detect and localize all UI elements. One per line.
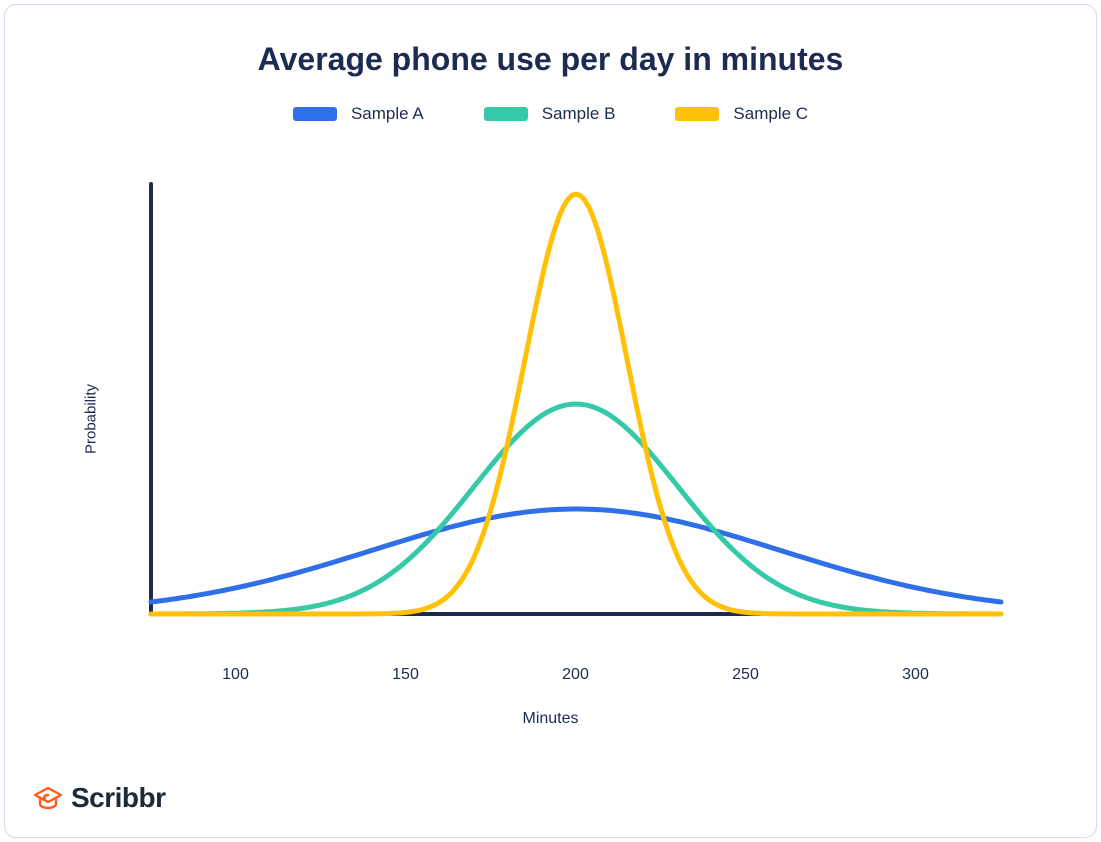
legend-item-c: Sample C xyxy=(675,104,808,124)
x-tick-200: 200 xyxy=(562,666,589,684)
x-tick-150: 150 xyxy=(392,666,419,684)
legend-label-b: Sample B xyxy=(542,104,616,124)
plot-svg xyxy=(101,184,1001,654)
legend-item-b: Sample B xyxy=(484,104,616,124)
plot-area: Probability Minutes 100 150 200 250 300 xyxy=(101,184,1001,654)
legend-item-a: Sample A xyxy=(293,104,424,124)
brand-logo: Scribbr xyxy=(31,781,166,815)
y-axis-label: Probability xyxy=(82,384,99,454)
legend: Sample A Sample B Sample C xyxy=(5,104,1096,124)
x-tick-250: 250 xyxy=(732,666,759,684)
chart-title: Average phone use per day in minutes xyxy=(5,41,1096,78)
grad-cap-icon xyxy=(31,781,65,815)
chart-card: Average phone use per day in minutes Sam… xyxy=(4,4,1097,838)
swatch-b xyxy=(484,107,528,121)
x-tick-100: 100 xyxy=(222,666,249,684)
swatch-a xyxy=(293,107,337,121)
x-tick-300: 300 xyxy=(902,666,929,684)
brand-name: Scribbr xyxy=(71,782,166,814)
legend-label-c: Sample C xyxy=(733,104,808,124)
legend-label-a: Sample A xyxy=(351,104,424,124)
swatch-c xyxy=(675,107,719,121)
curve-sample-a xyxy=(151,509,1001,602)
x-axis-label: Minutes xyxy=(522,710,578,728)
